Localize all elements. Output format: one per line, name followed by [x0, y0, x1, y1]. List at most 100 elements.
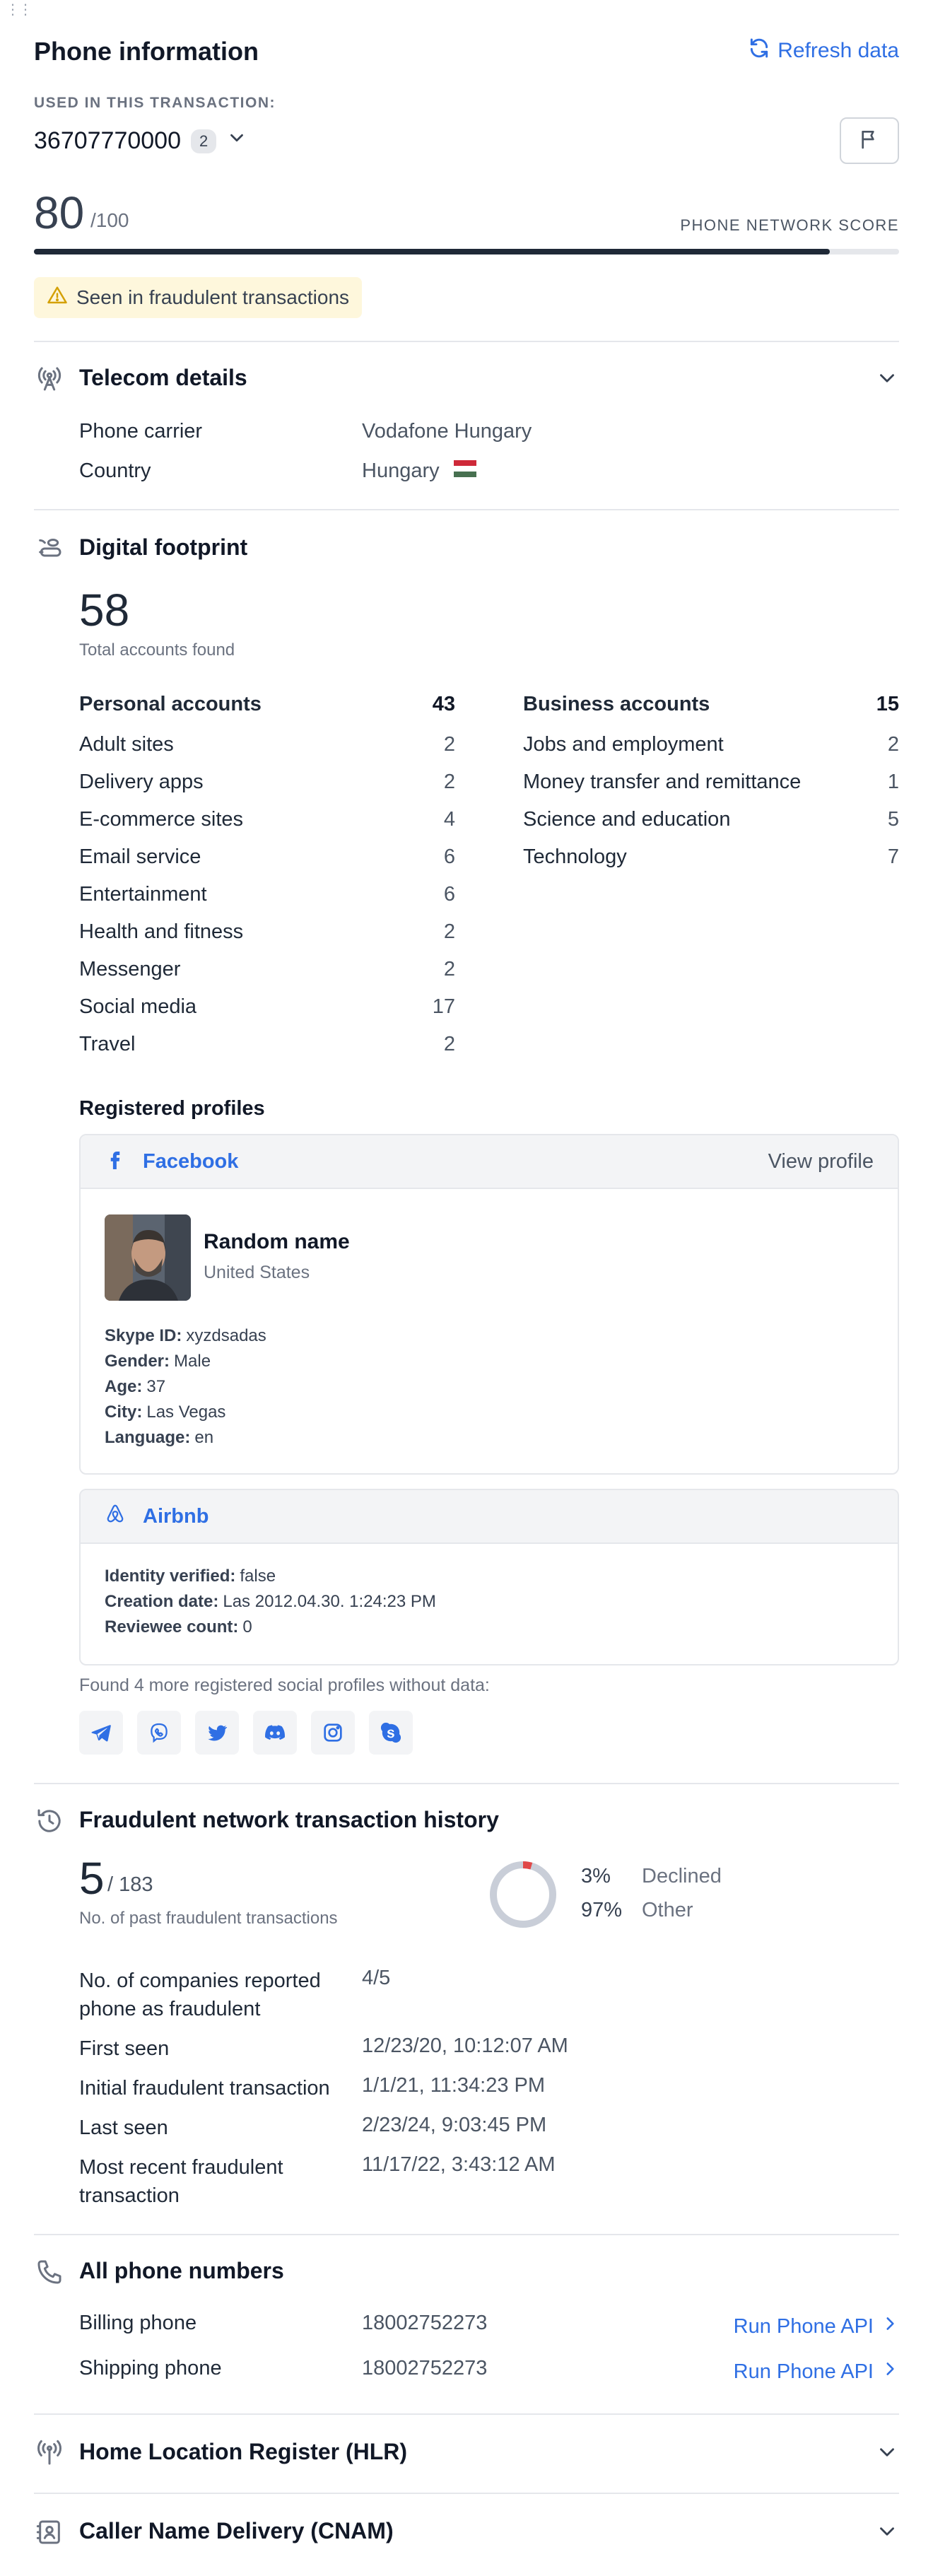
category-row: Messenger 2 — [79, 958, 455, 981]
category-count: 4 — [443, 808, 455, 831]
history-label: First seen — [79, 2037, 170, 2060]
telecom-chevron-icon[interactable] — [875, 366, 899, 390]
attribute-value: 37 — [146, 1377, 166, 1396]
run-phone-api-label: Run Phone API — [733, 2360, 874, 2383]
category-row: Health and fitness 2 — [79, 920, 455, 944]
category-row: Technology 7 — [523, 845, 899, 869]
telecom-details-title: Telecom details — [79, 365, 247, 390]
skype-icon[interactable] — [369, 1711, 413, 1755]
category-count: 2 — [443, 733, 455, 756]
hlr-chevron-icon[interactable] — [875, 2440, 899, 2464]
report-flag-button[interactable] — [840, 117, 899, 164]
history-value: 11/17/22, 3:43:12 AM — [362, 2153, 556, 2176]
profile-attribute: Gender: Male — [105, 1352, 266, 1371]
profile-attribute: Skype ID: xyzdsadas — [105, 1326, 266, 1346]
profile-attribute: Language: en — [105, 1428, 266, 1448]
divider — [34, 509, 899, 510]
attribute-value: Las Vegas — [146, 1403, 226, 1422]
phone-number-value: 36707770000 — [34, 127, 182, 154]
social-icons-row — [79, 1711, 413, 1755]
history-value: 1/1/21, 11:34:23 PM — [362, 2074, 546, 2097]
twitter-icon[interactable] — [195, 1711, 239, 1755]
hlr-title: Home Location Register (HLR) — [79, 2439, 408, 2464]
phone-number-selector[interactable]: 36707770000 2 — [34, 127, 247, 155]
facebook-name: Facebook — [105, 1148, 238, 1175]
category-label: Jobs and employment — [523, 733, 724, 756]
category-row: E-commerce sites 4 — [79, 808, 455, 831]
run-phone-api-shipping-button[interactable]: Run Phone API — [734, 2360, 899, 2384]
donut-other-segment — [490, 1861, 556, 1928]
category-label: Travel — [79, 1033, 136, 1055]
profile-attribute: Age: 37 — [105, 1377, 266, 1397]
attribute-key: Creation date: — [105, 1592, 219, 1611]
digital-footprint-title: Digital footprint — [79, 534, 248, 560]
fraud-transactions-count: 5 — [79, 1853, 105, 1904]
country-label: Country — [79, 459, 151, 482]
total-transactions: / 183 — [107, 1873, 153, 1896]
score-bar — [34, 249, 899, 254]
facebook-attributes: Skype ID: xyzdsadas Gender: Male Age: 37 City:… — [105, 1326, 266, 1453]
chevron-down-icon[interactable] — [226, 127, 247, 155]
business-accounts-label: Business accounts — [523, 693, 710, 715]
telegram-icon[interactable] — [79, 1711, 123, 1755]
category-row: Delivery apps 2 — [79, 771, 455, 794]
profile-attribute: Creation date: Las 2012.04.30. 1:24:23 PM — [105, 1592, 436, 1612]
phone-carrier-label: Phone carrier — [79, 420, 203, 443]
airbnb-profile-card: Airbnb Identity verified: false Creation d… — [79, 1489, 899, 1665]
phone-network-score-value: 80 — [34, 187, 85, 238]
cnam-title: Caller Name Delivery (CNAM) — [79, 2518, 394, 2543]
warning-icon — [47, 285, 68, 311]
category-row: Social media 17 — [79, 995, 455, 1019]
divider — [34, 1783, 899, 1784]
phone-count-badge: 2 — [191, 129, 217, 153]
billing-phone-value: 18002752273 — [362, 2312, 488, 2334]
view-profile-link[interactable]: View profile — [768, 1150, 874, 1173]
attribute-value: xyzdsadas — [186, 1326, 266, 1345]
personal-accounts-list: Personal accounts 43 Adult sites 2 Deliver… — [79, 693, 455, 1070]
category-count: 2 — [443, 958, 455, 980]
category-label: Social media — [79, 995, 197, 1018]
cnam-chevron-icon[interactable] — [875, 2519, 899, 2543]
category-label: Money transfer and remittance — [523, 771, 802, 793]
country-value: Hungary — [362, 459, 440, 482]
airbnb-icon — [105, 1503, 126, 1530]
profile-attribute: Reviewee count: 0 — [105, 1617, 436, 1637]
attribute-value: Las 2012.04.30. 1:24:23 PM — [223, 1592, 436, 1611]
category-label: Email service — [79, 845, 201, 868]
refresh-data-button[interactable]: Refresh data — [748, 37, 899, 65]
history-label: Last seen — [79, 2117, 168, 2139]
category-count: 2 — [443, 920, 455, 943]
category-label: Technology — [523, 845, 627, 868]
category-count: 5 — [887, 808, 899, 831]
score-bar-fill — [34, 249, 831, 254]
attribute-key: Gender: — [105, 1352, 170, 1371]
run-phone-api-billing-button[interactable]: Run Phone API — [734, 2314, 899, 2338]
attribute-key: City: — [105, 1403, 143, 1422]
category-label: Health and fitness — [79, 920, 244, 943]
category-label: Messenger — [79, 958, 181, 980]
category-row: Science and education 5 — [523, 808, 899, 831]
attribute-key: Skype ID: — [105, 1326, 182, 1345]
attribute-key: Age: — [105, 1377, 143, 1396]
drag-handle-icon[interactable]: ⋮⋮ — [6, 3, 33, 17]
category-label: E-commerce sites — [79, 808, 244, 831]
fraud-transactions-label: No. of past fraudulent transactions — [79, 1909, 338, 1928]
history-label: Most recent fraudulent transaction — [79, 2156, 283, 2207]
viber-icon[interactable] — [137, 1711, 181, 1755]
legend-declined: 3% Declined — [581, 1865, 722, 1888]
business-accounts-header: Business accounts 15 — [523, 693, 899, 716]
profile-attribute: Identity verified: false — [105, 1567, 436, 1586]
attribute-value: Male — [174, 1352, 211, 1371]
discord-icon[interactable] — [253, 1711, 297, 1755]
instagram-icon[interactable] — [311, 1711, 355, 1755]
divider — [34, 2493, 899, 2494]
category-count: 7 — [887, 845, 899, 868]
phone-carrier-value: Vodafone Hungary — [362, 420, 532, 443]
antenna-icon — [35, 365, 64, 393]
category-count: 6 — [443, 883, 455, 906]
category-row: Entertainment 6 — [79, 883, 455, 906]
divider — [34, 2413, 899, 2415]
contact-card-icon — [35, 2518, 64, 2546]
registered-profiles-title: Registered profiles — [79, 1097, 265, 1120]
profile-name: Random name — [204, 1230, 350, 1253]
